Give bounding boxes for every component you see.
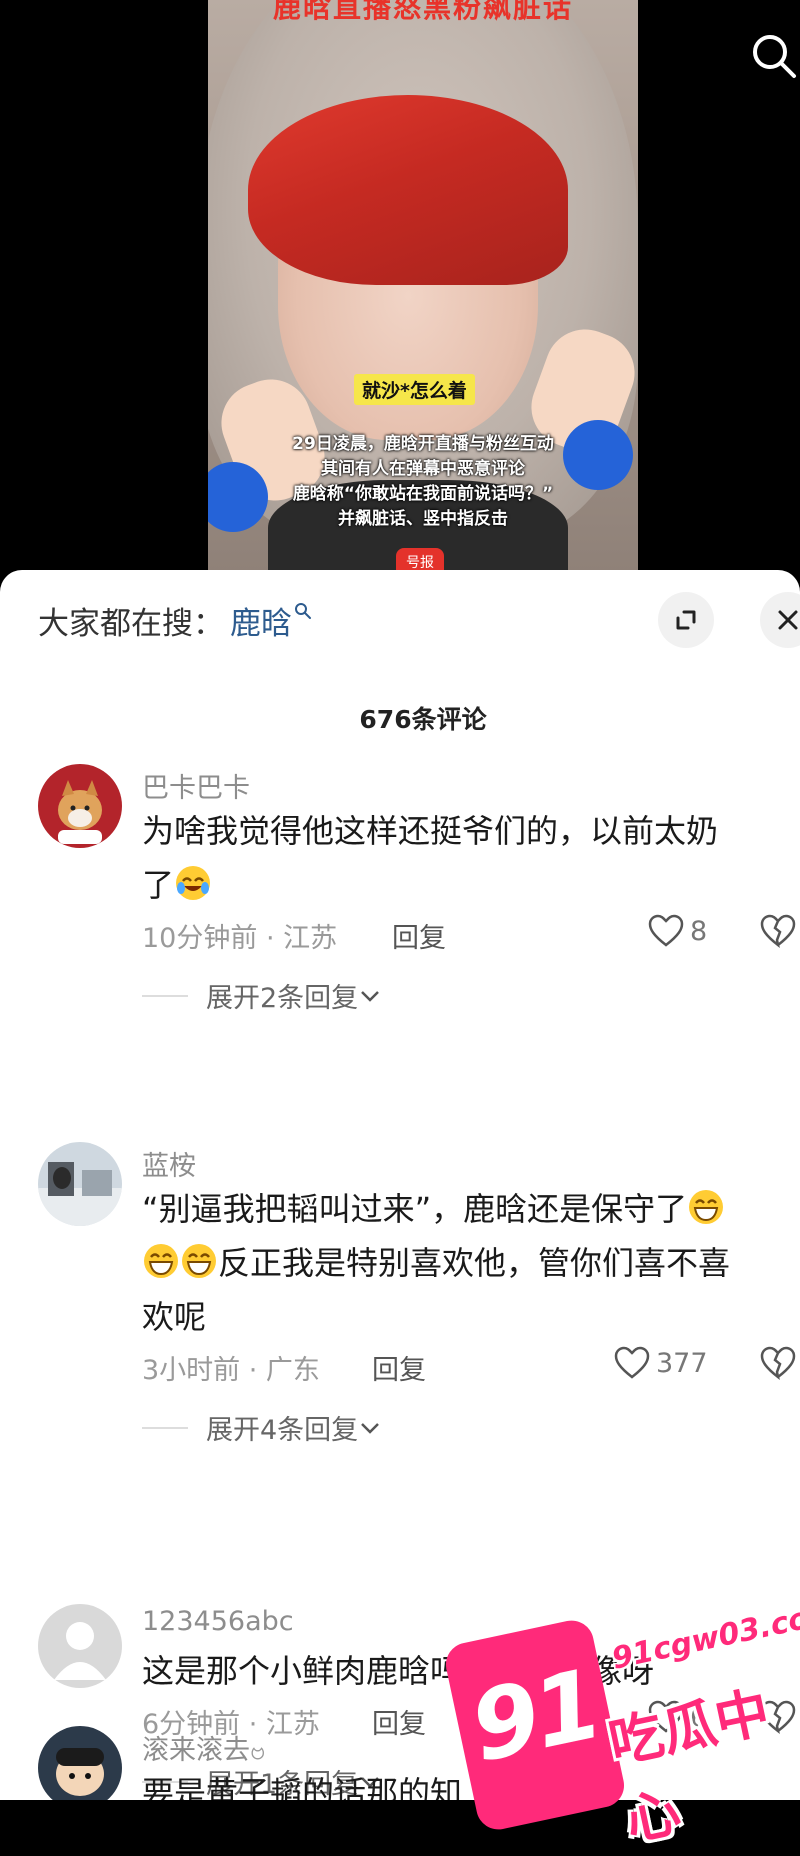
trending-search-term[interactable]: 鹿晗 — [230, 598, 292, 643]
close-icon — [778, 610, 798, 630]
comment-line: “别逼我把韬叫过来”，鹿晗还是保守了 — [142, 1182, 800, 1236]
like-button[interactable]: 377 — [614, 1346, 708, 1380]
grinning-emoji-icon — [182, 1244, 216, 1278]
comment-username[interactable]: 巴卡巴卡 — [142, 766, 250, 805]
search-icon — [294, 602, 312, 624]
caption-line: 并飙脏话、竖中指反击 — [338, 509, 508, 529]
trending-search-bar[interactable]: 大家都在搜： 鹿晗 — [38, 598, 312, 642]
like-button[interactable]: 8 — [648, 914, 707, 948]
caption-line: 29日凌晨，鹿晗开直播与粉丝互动 — [292, 434, 554, 454]
avatar[interactable] — [38, 764, 122, 848]
broken-heart-icon — [760, 1346, 796, 1381]
frown-face-icon: ဗ — [250, 1735, 266, 1766]
comment-line: 欢呢 — [142, 1298, 207, 1336]
expand-divider — [142, 1426, 188, 1429]
chevron-down-icon — [361, 990, 380, 1002]
watermark-site-name: 吃瓜中心 — [603, 1680, 776, 1853]
dislike-button[interactable] — [760, 1346, 796, 1384]
site-watermark: 91 91cgw03.com 吃瓜中心 — [441, 1560, 800, 1853]
reply-button[interactable]: 回复 — [392, 916, 446, 955]
expand-button[interactable] — [658, 592, 714, 648]
expand-icon — [676, 610, 696, 630]
comment-count: 676条评论 — [359, 705, 487, 734]
like-count: 8 — [690, 915, 708, 947]
comment-username[interactable]: 123456abc — [142, 1606, 294, 1637]
avatar[interactable] — [38, 1726, 122, 1800]
comment-text: “别逼我把韬叫过来”，鹿晗还是保守了 反正我是特别喜欢他，管你们喜不喜 欢呢 — [142, 1182, 800, 1344]
broken-heart-icon — [760, 914, 796, 949]
comment-line: 反正我是特别喜欢他，管你们喜不喜 — [142, 1236, 800, 1290]
search-icon[interactable] — [748, 30, 800, 82]
comment-line-text: 反正我是特别喜欢他，管你们喜不喜 — [218, 1244, 731, 1282]
comment-time-location: 10分钟前 · 江苏 — [142, 923, 338, 954]
expand-replies[interactable]: 展开2条回复 — [142, 976, 382, 1015]
comment-username[interactable]: 蓝桉 — [142, 1144, 196, 1183]
comment-username-text: 滚来滚去 — [142, 1735, 250, 1766]
comment-line: 了 — [142, 858, 800, 912]
expand-replies-label: 展开2条回复 — [206, 983, 359, 1014]
comment-line: 为啥我觉得他这样还挺爷们的，以前太奶 — [142, 812, 719, 850]
grinning-emoji-icon — [144, 1244, 178, 1278]
avatar[interactable] — [38, 1142, 122, 1226]
heart-icon — [648, 914, 684, 947]
video-frame: 鹿晗直播怒黑粉飙脏话 就沙*怎么着 29日凌晨，鹿晗开直播与粉丝互动 其间有人在… — [208, 0, 638, 572]
laughing-crying-emoji-icon — [176, 866, 211, 900]
like-count: 377 — [656, 1347, 708, 1379]
caption-line: 鹿晗称“你敢站在我面前说话吗？” — [292, 484, 554, 504]
video-caption: 29日凌晨，鹿晗开直播与粉丝互动 其间有人在弹幕中恶意评论 鹿晗称“你敢站在我面… — [248, 432, 598, 532]
grinning-emoji-icon — [689, 1190, 724, 1224]
expand-divider — [142, 994, 188, 997]
comment-time-location: 3小时前 · 广东 — [142, 1355, 320, 1386]
video-player[interactable]: 鹿晗直播怒黑粉飙脏话 就沙*怎么着 29日凌晨，鹿晗开直播与粉丝互动 其间有人在… — [0, 0, 800, 572]
dislike-button[interactable] — [760, 914, 796, 952]
caption-line: 其间有人在弹幕中恶意评论 — [321, 459, 525, 479]
comment-line-text: 了 — [142, 866, 175, 904]
chevron-down-icon — [361, 1422, 380, 1434]
video-title-strip: 鹿晗直播怒黑粉飙脏话 — [272, 0, 573, 24]
avatar[interactable] — [38, 1604, 122, 1688]
expand-replies[interactable]: 展开4条回复 — [142, 1408, 382, 1447]
video-subtitle-highlight: 就沙*怎么着 — [354, 374, 475, 405]
video-source-badge: 号报 — [396, 548, 444, 572]
reply-button[interactable]: 回复 — [372, 1348, 426, 1387]
expand-replies-label: 展开4条回复 — [206, 1415, 359, 1446]
close-button[interactable] — [760, 592, 800, 648]
reply-button[interactable]: 回复 — [372, 1702, 426, 1741]
video-red-hair-shape — [248, 95, 568, 285]
comment-text: 为啥我觉得他这样还挺爷们的，以前太奶 了 — [142, 804, 800, 912]
trending-search-prefix: 大家都在搜： — [38, 605, 224, 642]
heart-icon — [614, 1346, 650, 1379]
comment-line-text: “别逼我把韬叫过来”，鹿晗还是保守了 — [142, 1190, 688, 1228]
